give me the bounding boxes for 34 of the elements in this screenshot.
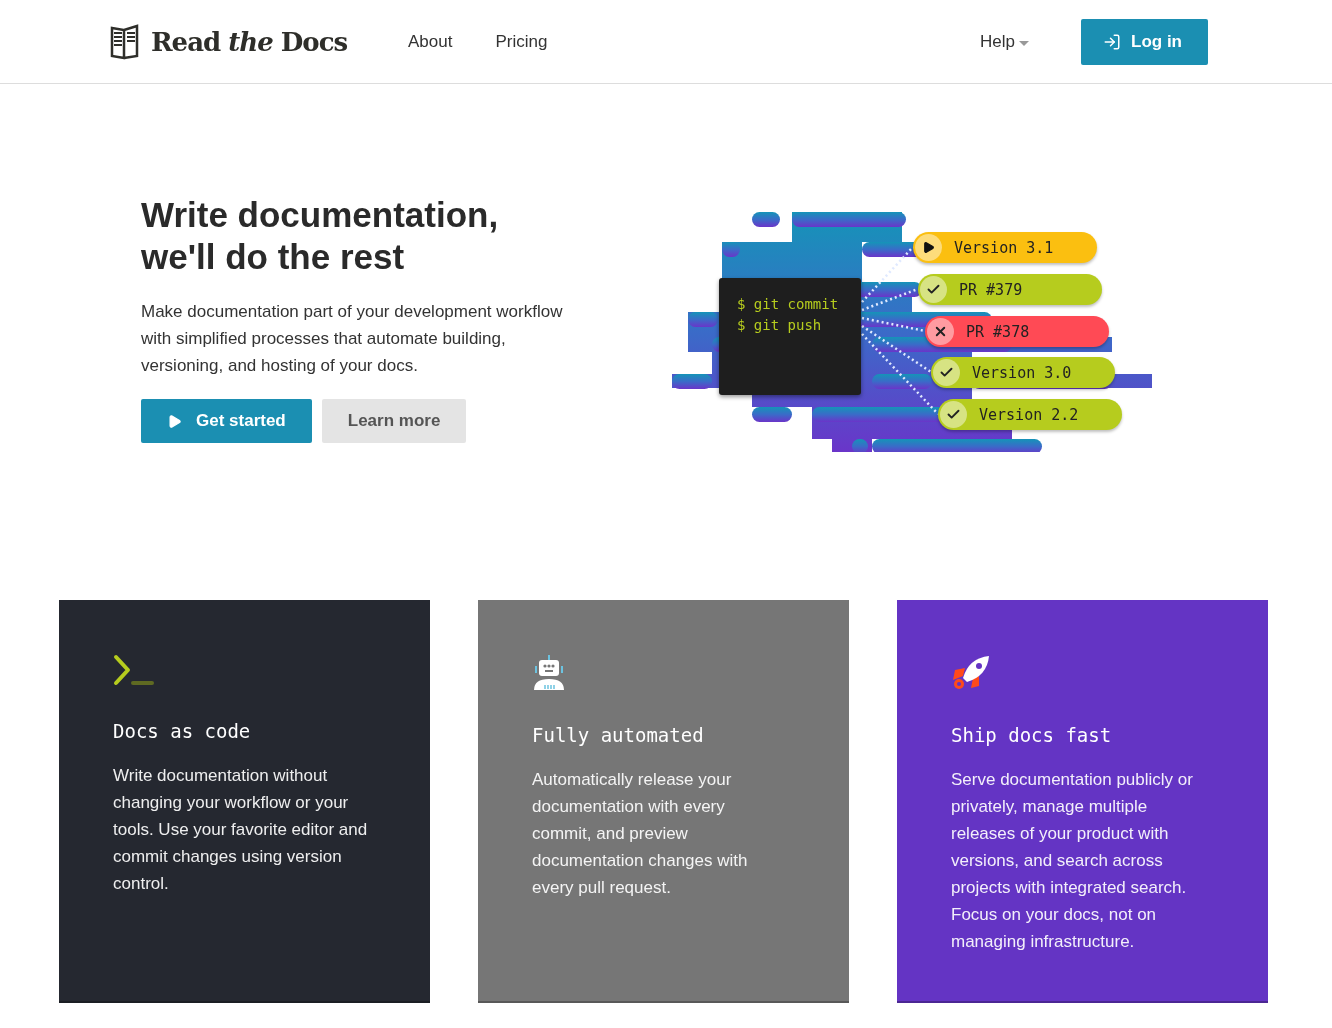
hero-description: Make documentation part of your development workflow with simplified processes that automate building, versioning, and hosting of your docs. bbox=[141, 301, 564, 377]
terminal-prompt-icon bbox=[113, 654, 155, 688]
feature-description: Automatically release your documentation with every commit, and preview documentation changes with every pull request. bbox=[532, 769, 749, 899]
build-status-badge: Version 2.2 bbox=[938, 399, 1122, 430]
build-status-badge: Version 3.0 bbox=[931, 357, 1115, 388]
check-icon bbox=[940, 401, 967, 428]
nav-link[interactable]: Pricing bbox=[495, 31, 548, 52]
login-icon bbox=[1103, 32, 1121, 51]
get-started-button[interactable]: Get started bbox=[141, 399, 312, 443]
build-status-badge: Version 3.1 bbox=[913, 232, 1097, 263]
caret-icon bbox=[1019, 40, 1029, 46]
book-icon bbox=[110, 23, 139, 60]
feature-description: Serve documentation publicly or privately, manage multiple releases of your product with versions, and search across projects with integrated search. Focus on your docs, not on managing infrastructure. bbox=[951, 769, 1194, 953]
build-status-badge: PR #379 bbox=[918, 274, 1102, 305]
build-status-badge: PR #378 bbox=[925, 316, 1109, 347]
terminal-command: $ git commit bbox=[737, 295, 840, 314]
feature-title: Fully automated bbox=[532, 724, 705, 746]
hero-title: Write documentation, we'll do the rest bbox=[141, 194, 500, 278]
check-icon bbox=[933, 359, 960, 386]
login-button[interactable]: Log in bbox=[1081, 18, 1208, 65]
learn-more-button[interactable]: Learn more bbox=[321, 399, 467, 443]
nav-link[interactable]: About bbox=[408, 31, 453, 52]
check-icon bbox=[920, 276, 947, 303]
help-menu[interactable]: Help bbox=[980, 31, 1029, 52]
play-icon bbox=[915, 234, 942, 261]
terminal-command: $ git push bbox=[737, 316, 823, 335]
close-icon bbox=[927, 318, 954, 345]
feature-description: Write documentation without changing your workflow or your tools. Use your favorite editor and commit changes using version control. bbox=[113, 765, 368, 895]
rocket-icon bbox=[951, 654, 991, 692]
feature-title: Ship docs fast bbox=[951, 724, 1113, 746]
robot-icon bbox=[532, 654, 566, 692]
play-icon bbox=[167, 413, 182, 429]
site-logo[interactable]: Read the Docs bbox=[151, 26, 348, 57]
feature-title: Docs as code bbox=[113, 720, 252, 742]
